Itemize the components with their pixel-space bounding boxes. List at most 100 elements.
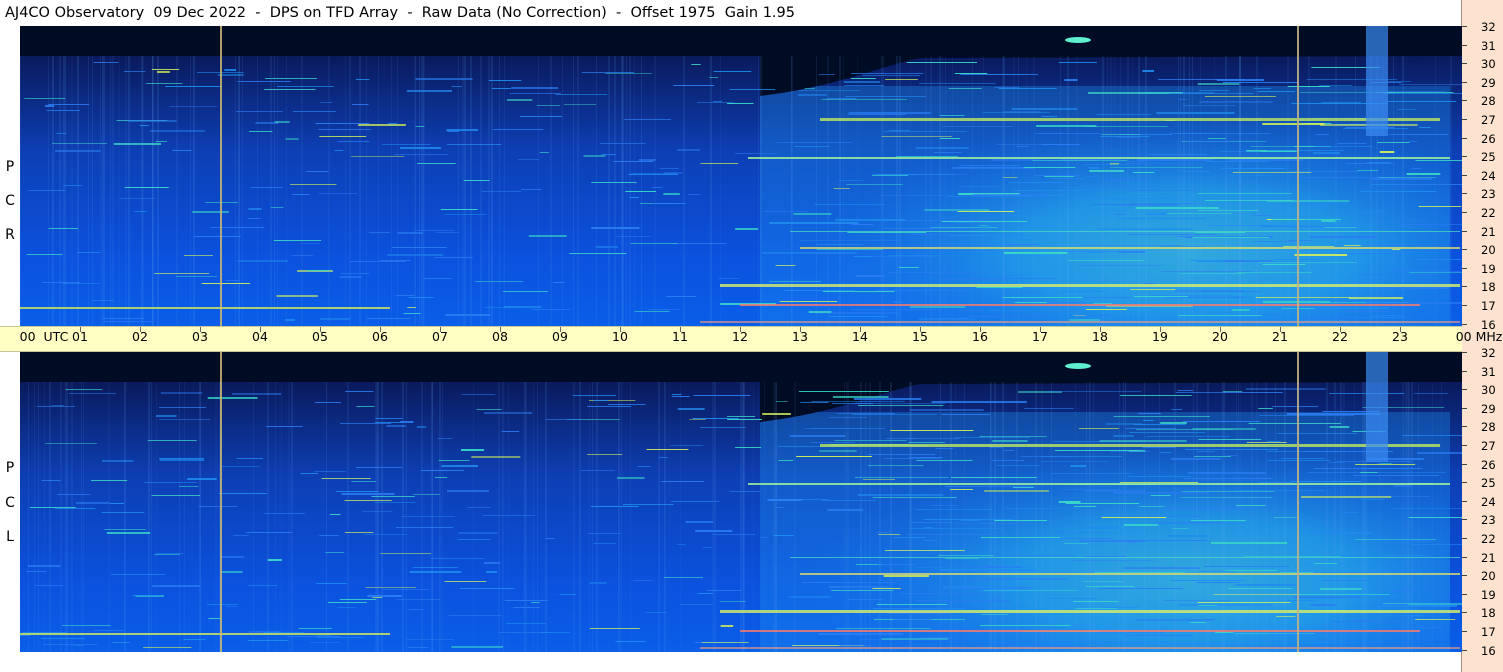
interference-trace bbox=[1237, 272, 1313, 273]
interference-trace bbox=[996, 144, 1061, 145]
interference-trace bbox=[673, 85, 715, 86]
interference-trace bbox=[1156, 112, 1235, 114]
interference-trace bbox=[986, 597, 1002, 598]
rcp-label-letter-2: C bbox=[5, 193, 15, 209]
interference-trace bbox=[93, 630, 124, 631]
interference-trace bbox=[1145, 436, 1231, 437]
interference-trace bbox=[319, 136, 367, 137]
striation bbox=[710, 56, 712, 326]
freq-rcp-tick-21: 21 bbox=[1462, 225, 1503, 239]
interference-trace bbox=[988, 555, 1077, 556]
interference-trace bbox=[794, 146, 830, 147]
interference-trace bbox=[872, 608, 965, 609]
interference-trace bbox=[857, 405, 944, 406]
interference-trace bbox=[106, 532, 151, 534]
striation bbox=[658, 382, 660, 652]
interference-trace bbox=[1126, 428, 1177, 429]
window-title: AJ4CO Observatory 09 Dec 2022 - DPS on T… bbox=[5, 5, 795, 21]
striation bbox=[179, 382, 180, 652]
interference-trace bbox=[1409, 272, 1462, 273]
interference-trace bbox=[883, 131, 967, 132]
interference-trace bbox=[915, 509, 993, 510]
interference-trace bbox=[1087, 486, 1110, 487]
interference-trace bbox=[351, 481, 376, 482]
interference-trace bbox=[247, 218, 261, 219]
interference-trace bbox=[1206, 161, 1269, 162]
interference-trace bbox=[1281, 458, 1326, 459]
striation bbox=[712, 382, 714, 652]
interference-trace bbox=[931, 227, 998, 228]
interference-trace bbox=[414, 230, 454, 231]
interference-trace bbox=[951, 477, 1037, 478]
interference-trace bbox=[1316, 134, 1329, 135]
interference-trace bbox=[1228, 588, 1293, 589]
interference-trace bbox=[613, 161, 654, 162]
interference-trace bbox=[847, 599, 885, 600]
tick-label: 25 bbox=[1481, 150, 1496, 165]
interference-trace bbox=[857, 403, 946, 404]
interference-trace bbox=[955, 437, 1030, 438]
time-tick-mark bbox=[1040, 327, 1041, 332]
interference-trace bbox=[836, 628, 931, 629]
striation bbox=[462, 56, 464, 326]
freq-rcp-tick-32: 32 bbox=[1462, 20, 1503, 34]
interference-trace bbox=[796, 456, 872, 457]
interference-trace bbox=[569, 253, 627, 254]
interference-trace bbox=[381, 144, 431, 145]
striation bbox=[589, 382, 590, 652]
interference-trace bbox=[983, 590, 1078, 591]
freq-lcp-tick-32: 32 bbox=[1462, 346, 1503, 360]
interference-trace bbox=[290, 184, 337, 185]
interference-trace bbox=[877, 290, 970, 291]
spectrogram-lcp[interactable] bbox=[20, 352, 1462, 652]
interference-trace bbox=[1158, 79, 1246, 80]
interference-trace bbox=[1198, 605, 1217, 606]
freq-lcp-tick-22: 22 bbox=[1462, 532, 1503, 546]
spectrogram-rcp[interactable] bbox=[20, 26, 1462, 326]
interference-trace bbox=[371, 496, 415, 497]
striation bbox=[608, 56, 610, 326]
interference-trace bbox=[437, 438, 453, 439]
striation bbox=[257, 56, 258, 326]
striation bbox=[550, 56, 552, 326]
striation bbox=[156, 382, 157, 652]
interference-trace bbox=[101, 512, 145, 513]
striation bbox=[190, 56, 191, 326]
interference-trace bbox=[270, 207, 284, 208]
interference-trace bbox=[587, 454, 623, 455]
interference-trace bbox=[1003, 450, 1015, 451]
tick-label: 20 bbox=[1481, 569, 1496, 584]
interference-trace bbox=[1374, 315, 1405, 316]
interference-trace bbox=[76, 502, 110, 504]
interference-trace bbox=[600, 143, 646, 144]
time-marker-line bbox=[1297, 26, 1299, 326]
striation bbox=[100, 56, 101, 326]
interference-trace bbox=[811, 401, 905, 402]
interference-trace bbox=[1329, 462, 1345, 463]
time-tick-02: 02 bbox=[132, 329, 148, 344]
interference-trace bbox=[48, 228, 79, 229]
interference-trace bbox=[334, 150, 344, 151]
interference-trace bbox=[1167, 213, 1232, 214]
time-tick-07: 07 bbox=[432, 329, 448, 344]
striation bbox=[77, 56, 79, 326]
interference-trace bbox=[779, 301, 838, 302]
interference-trace bbox=[697, 593, 714, 594]
interference-trace bbox=[367, 318, 411, 319]
interference-trace bbox=[1113, 492, 1208, 494]
interference-trace bbox=[552, 282, 565, 283]
interference-trace bbox=[102, 460, 134, 462]
interference-trace bbox=[789, 435, 846, 437]
interference-trace bbox=[1381, 270, 1449, 271]
interference-trace bbox=[446, 129, 479, 131]
tick-mark bbox=[1462, 44, 1467, 46]
time-tick-mark bbox=[320, 327, 321, 332]
interference-trace bbox=[955, 222, 974, 223]
freq-rcp-tick-18: 18 bbox=[1462, 280, 1503, 294]
striation bbox=[152, 56, 153, 326]
interference-trace bbox=[481, 191, 522, 192]
interference-trace bbox=[104, 529, 146, 530]
interference-trace bbox=[833, 188, 850, 189]
interference-trace bbox=[1190, 622, 1206, 623]
time-tick-mark bbox=[1100, 327, 1101, 332]
